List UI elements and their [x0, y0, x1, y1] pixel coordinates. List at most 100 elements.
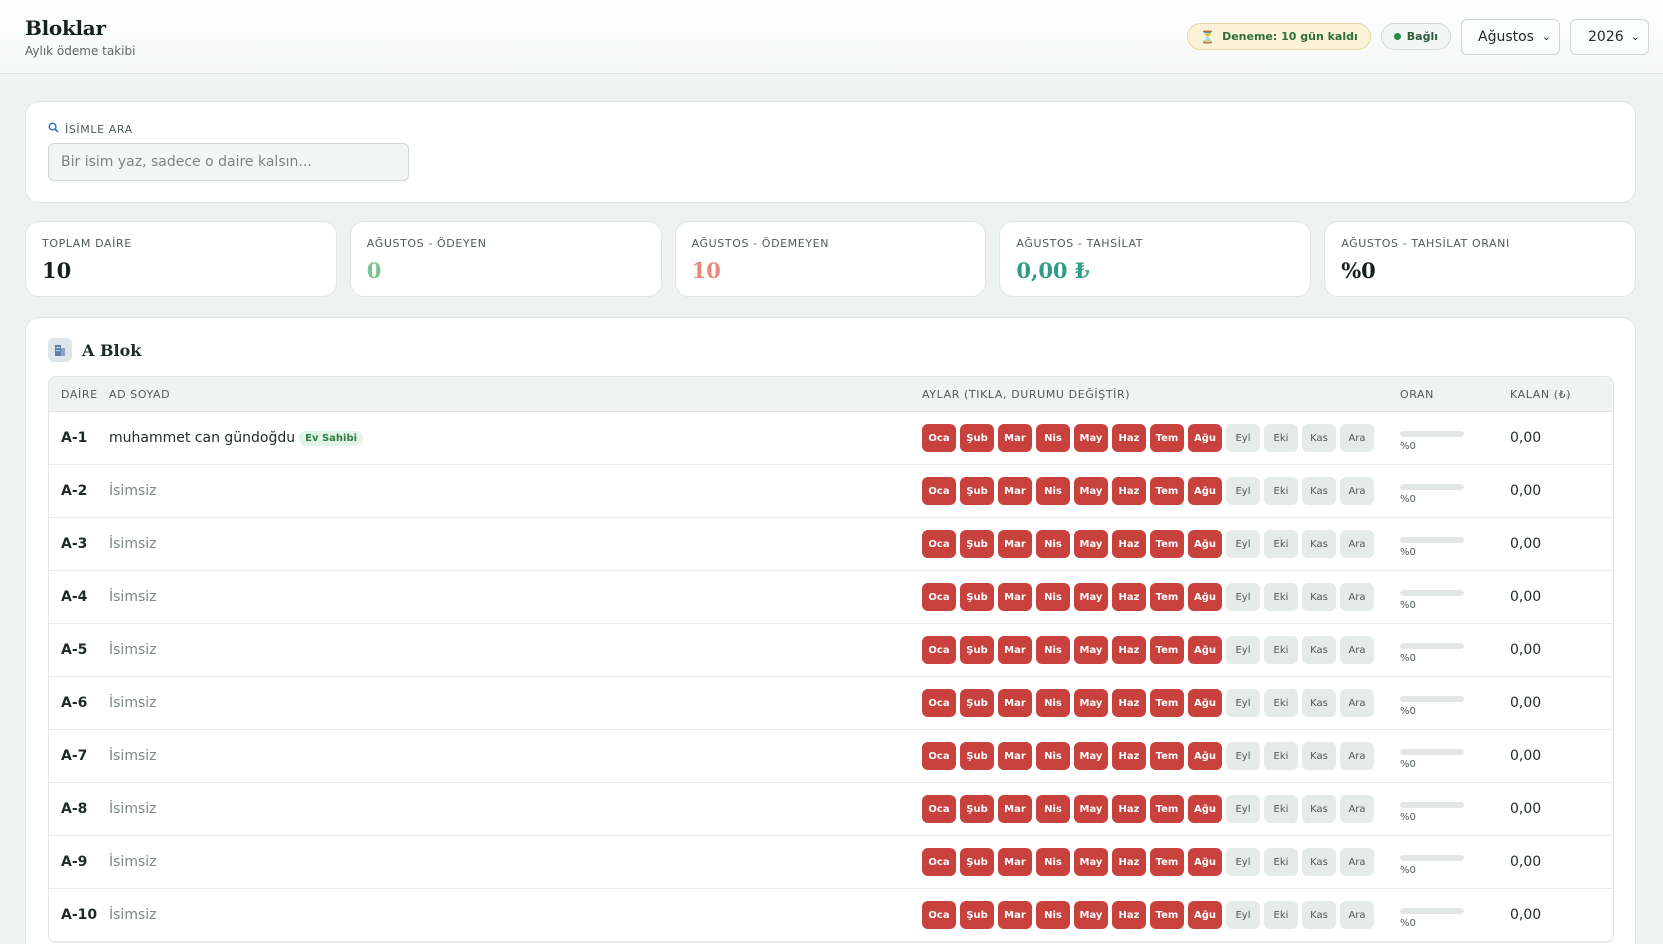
search-input[interactable]	[48, 143, 409, 181]
month-toggle-button[interactable]: Eyl	[1226, 901, 1260, 929]
month-toggle-button[interactable]: Haz	[1112, 848, 1146, 876]
month-toggle-button[interactable]: Eki	[1264, 901, 1298, 929]
month-toggle-button[interactable]: Tem	[1150, 636, 1184, 664]
month-select[interactable]: Ağustos ⌄	[1461, 18, 1560, 55]
month-toggle-button[interactable]: Eki	[1264, 795, 1298, 823]
month-toggle-button[interactable]: Şub	[960, 477, 994, 505]
month-toggle-button[interactable]: Ara	[1340, 530, 1374, 558]
month-toggle-button[interactable]: Tem	[1150, 424, 1184, 452]
month-toggle-button[interactable]: Haz	[1112, 530, 1146, 558]
month-toggle-button[interactable]: Mar	[998, 742, 1032, 770]
month-toggle-button[interactable]: Tem	[1150, 583, 1184, 611]
month-toggle-button[interactable]: Eyl	[1226, 795, 1260, 823]
month-toggle-button[interactable]: Tem	[1150, 742, 1184, 770]
month-toggle-button[interactable]: Nis	[1036, 901, 1070, 929]
month-toggle-button[interactable]: Kas	[1302, 530, 1336, 558]
month-toggle-button[interactable]: Mar	[998, 424, 1032, 452]
month-toggle-button[interactable]: Kas	[1302, 795, 1336, 823]
month-toggle-button[interactable]: Nis	[1036, 583, 1070, 611]
month-toggle-button[interactable]: Kas	[1302, 636, 1336, 664]
month-toggle-button[interactable]: Tem	[1150, 530, 1184, 558]
month-toggle-button[interactable]: Haz	[1112, 424, 1146, 452]
month-toggle-button[interactable]: Haz	[1112, 636, 1146, 664]
month-toggle-button[interactable]: Şub	[960, 795, 994, 823]
month-toggle-button[interactable]: Şub	[960, 583, 994, 611]
month-toggle-button[interactable]: Eyl	[1226, 424, 1260, 452]
month-toggle-button[interactable]: Ara	[1340, 689, 1374, 717]
month-toggle-button[interactable]: Ağu	[1188, 636, 1222, 664]
month-toggle-button[interactable]: Eki	[1264, 530, 1298, 558]
month-toggle-button[interactable]: Mar	[998, 477, 1032, 505]
month-toggle-button[interactable]: Eyl	[1226, 848, 1260, 876]
month-toggle-button[interactable]: Kas	[1302, 477, 1336, 505]
month-toggle-button[interactable]: Ağu	[1188, 795, 1222, 823]
month-toggle-button[interactable]: Haz	[1112, 795, 1146, 823]
month-toggle-button[interactable]: Haz	[1112, 689, 1146, 717]
month-toggle-button[interactable]: Oca	[922, 689, 956, 717]
month-toggle-button[interactable]: Ağu	[1188, 583, 1222, 611]
month-toggle-button[interactable]: Ağu	[1188, 901, 1222, 929]
month-toggle-button[interactable]: Eki	[1264, 848, 1298, 876]
month-toggle-button[interactable]: Ara	[1340, 636, 1374, 664]
month-toggle-button[interactable]: Şub	[960, 901, 994, 929]
month-toggle-button[interactable]: Tem	[1150, 689, 1184, 717]
month-toggle-button[interactable]: Oca	[922, 583, 956, 611]
month-toggle-button[interactable]: Nis	[1036, 530, 1070, 558]
month-toggle-button[interactable]: Kas	[1302, 901, 1336, 929]
month-toggle-button[interactable]: Eki	[1264, 477, 1298, 505]
month-toggle-button[interactable]: Oca	[922, 477, 956, 505]
month-toggle-button[interactable]: Eki	[1264, 583, 1298, 611]
month-toggle-button[interactable]: Ara	[1340, 583, 1374, 611]
month-toggle-button[interactable]: Mar	[998, 901, 1032, 929]
month-toggle-button[interactable]: Kas	[1302, 424, 1336, 452]
month-toggle-button[interactable]: Nis	[1036, 477, 1070, 505]
month-toggle-button[interactable]: Oca	[922, 530, 956, 558]
month-toggle-button[interactable]: May	[1074, 848, 1108, 876]
month-toggle-button[interactable]: Oca	[922, 795, 956, 823]
month-toggle-button[interactable]: Nis	[1036, 848, 1070, 876]
month-toggle-button[interactable]: Eki	[1264, 689, 1298, 717]
month-toggle-button[interactable]: Eyl	[1226, 636, 1260, 664]
month-toggle-button[interactable]: May	[1074, 530, 1108, 558]
month-toggle-button[interactable]: Eki	[1264, 636, 1298, 664]
month-toggle-button[interactable]: Ağu	[1188, 742, 1222, 770]
month-toggle-button[interactable]: May	[1074, 477, 1108, 505]
month-toggle-button[interactable]: Şub	[960, 530, 994, 558]
month-toggle-button[interactable]: May	[1074, 636, 1108, 664]
month-toggle-button[interactable]: Eyl	[1226, 689, 1260, 717]
month-toggle-button[interactable]: Ara	[1340, 477, 1374, 505]
month-toggle-button[interactable]: Mar	[998, 689, 1032, 717]
month-toggle-button[interactable]: Mar	[998, 636, 1032, 664]
month-toggle-button[interactable]: Tem	[1150, 901, 1184, 929]
month-toggle-button[interactable]: May	[1074, 689, 1108, 717]
month-toggle-button[interactable]: Oca	[922, 424, 956, 452]
month-toggle-button[interactable]: Tem	[1150, 477, 1184, 505]
month-toggle-button[interactable]: Ağu	[1188, 689, 1222, 717]
month-toggle-button[interactable]: Şub	[960, 424, 994, 452]
month-toggle-button[interactable]: Oca	[922, 636, 956, 664]
month-toggle-button[interactable]: Nis	[1036, 424, 1070, 452]
month-toggle-button[interactable]: Mar	[998, 848, 1032, 876]
month-toggle-button[interactable]: Nis	[1036, 795, 1070, 823]
month-toggle-button[interactable]: Eki	[1264, 424, 1298, 452]
month-toggle-button[interactable]: Şub	[960, 689, 994, 717]
month-toggle-button[interactable]: Ağu	[1188, 477, 1222, 505]
month-toggle-button[interactable]: Tem	[1150, 848, 1184, 876]
month-toggle-button[interactable]: Nis	[1036, 689, 1070, 717]
month-toggle-button[interactable]: Ara	[1340, 901, 1374, 929]
month-toggle-button[interactable]: Haz	[1112, 901, 1146, 929]
month-toggle-button[interactable]: Ara	[1340, 424, 1374, 452]
month-toggle-button[interactable]: Kas	[1302, 689, 1336, 717]
month-toggle-button[interactable]: May	[1074, 424, 1108, 452]
month-toggle-button[interactable]: Kas	[1302, 848, 1336, 876]
month-toggle-button[interactable]: Haz	[1112, 477, 1146, 505]
month-toggle-button[interactable]: Oca	[922, 742, 956, 770]
month-toggle-button[interactable]: Nis	[1036, 636, 1070, 664]
year-select[interactable]: 2026 ⌄	[1570, 18, 1649, 55]
month-toggle-button[interactable]: Ara	[1340, 848, 1374, 876]
month-toggle-button[interactable]: Eyl	[1226, 530, 1260, 558]
month-toggle-button[interactable]: May	[1074, 742, 1108, 770]
month-toggle-button[interactable]: Haz	[1112, 742, 1146, 770]
month-toggle-button[interactable]: Haz	[1112, 583, 1146, 611]
month-toggle-button[interactable]: Eki	[1264, 742, 1298, 770]
